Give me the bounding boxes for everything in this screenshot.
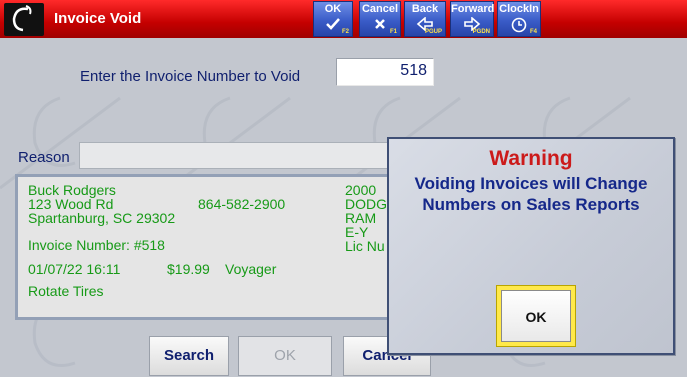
invoice-amount: $19.99 xyxy=(167,261,210,277)
customer-name: Buck Rodgers xyxy=(28,182,116,198)
ok-button[interactable]: OK xyxy=(238,336,332,376)
toolbar-clockin-button[interactable]: ClockIn F4 xyxy=(497,1,541,37)
invoice-vehicle: Voyager xyxy=(225,261,277,277)
toolbar-cancel-key: F1 xyxy=(389,29,397,35)
warning-title: Warning xyxy=(489,147,573,170)
warning-ok-label: OK xyxy=(501,290,571,342)
customer-phone: 864-582-2900 xyxy=(198,196,286,212)
vehicle-model: RAM xyxy=(345,210,377,226)
window-title: Invoice Void xyxy=(54,10,142,27)
vehicle-license: Lic Nu xyxy=(345,238,385,254)
customer-address-line2: Spartanburg, SC 29302 xyxy=(28,210,176,226)
invoice-number-label: Enter the Invoice Number to Void xyxy=(80,68,301,85)
invoice-number-input[interactable]: 518 xyxy=(336,58,434,86)
toolbar-clockin-label: ClockIn xyxy=(499,3,539,15)
warning-message: Voiding Invoices will Change Numbers on … xyxy=(414,174,648,214)
warning-ok-button[interactable]: OK xyxy=(496,285,576,347)
reason-label: Reason xyxy=(18,149,70,166)
toolbar-ok-label: OK xyxy=(324,3,342,15)
toolbar-back-button[interactable]: Back PGUP xyxy=(404,1,446,37)
toolbar-forward-label: Forward xyxy=(451,3,495,15)
invoice-datetime: 01/07/22 16:11 xyxy=(28,261,121,277)
reason-input[interactable] xyxy=(79,142,399,169)
toolbar-ok-key: F2 xyxy=(341,29,349,35)
toolbar-cancel-button[interactable]: Cancel F1 xyxy=(359,1,401,37)
title-bar: Invoice Void OK F2 Cancel F1 Back PGUP F… xyxy=(0,0,687,38)
toolbar-forward-key: PGDN xyxy=(472,29,490,35)
hook-logo-icon xyxy=(12,5,32,32)
invoice-number-text: Invoice Number: #518 xyxy=(28,237,165,253)
toolbar-ok-button[interactable]: OK F2 xyxy=(313,1,353,37)
invoice-info-panel: Buck Rodgers 123 Wood Rd 864-582-2900 Sp… xyxy=(15,174,397,320)
toolbar-clockin-key: F4 xyxy=(529,29,537,35)
check-icon xyxy=(326,18,340,30)
warning-dialog: Warning Voiding Invoices will Change Num… xyxy=(387,137,675,355)
app-logo xyxy=(4,3,44,36)
toolbar-forward-button[interactable]: Forward PGDN xyxy=(450,1,494,37)
search-button[interactable]: Search xyxy=(149,336,229,376)
toolbar-cancel-label: Cancel xyxy=(361,3,399,15)
vehicle-trim: E-Y xyxy=(345,224,369,240)
vehicle-year: 2000 xyxy=(345,182,377,198)
customer-address-line1: 123 Wood Rd xyxy=(28,196,114,212)
toolbar-back-label: Back xyxy=(411,3,439,15)
x-icon xyxy=(375,19,385,29)
clock-icon xyxy=(511,17,527,33)
toolbar-back-key: PGUP xyxy=(424,29,442,35)
vehicle-make: DODG xyxy=(345,196,387,212)
invoice-service: Rotate Tires xyxy=(28,283,104,299)
